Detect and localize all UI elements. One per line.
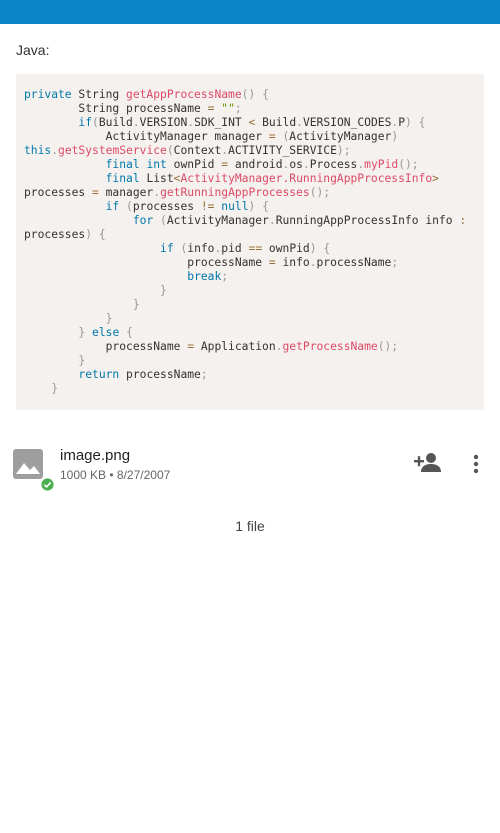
code-snippet: private String getAppProcessName() { Str… (24, 88, 467, 395)
file-meta: 1000 KB • 8/27/2007 (60, 468, 171, 482)
person-add-icon[interactable] (413, 450, 443, 476)
file-list-item[interactable]: image.png 1000 KB • 8/27/2007 (0, 438, 500, 494)
image-icon (13, 449, 43, 479)
file-name: image.png (60, 447, 131, 464)
file-count: 1 file (235, 518, 265, 534)
more-vert-icon[interactable] (466, 452, 486, 476)
top-app-bar (0, 0, 500, 24)
check-circle-icon (40, 477, 55, 492)
code-block: private String getAppProcessName() { Str… (16, 74, 484, 410)
code-language-label: Java: (16, 42, 50, 58)
